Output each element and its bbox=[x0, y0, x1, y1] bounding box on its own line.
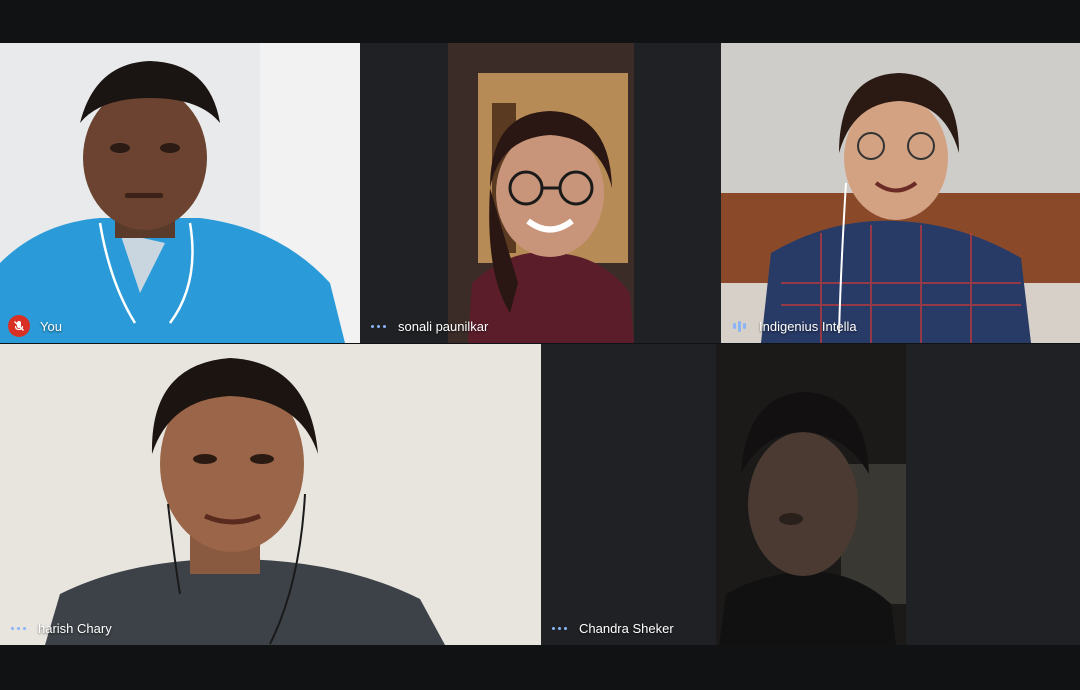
participant-label: You bbox=[0, 309, 62, 343]
participant-name: You bbox=[40, 318, 62, 334]
participant-tile-sonali[interactable]: sonali paunilkar bbox=[360, 43, 721, 343]
participant-tile-you[interactable]: You bbox=[0, 43, 360, 343]
video-feed-indigenius bbox=[721, 43, 1080, 343]
participant-tile-harish[interactable]: harish Chary bbox=[0, 344, 541, 645]
video-feed-harish bbox=[0, 344, 541, 645]
participant-tile-chandra[interactable]: Chandra Sheker bbox=[541, 344, 1080, 645]
more-dots-icon bbox=[368, 324, 388, 328]
mic-muted-icon bbox=[8, 315, 30, 337]
video-feed-you bbox=[0, 43, 360, 343]
participant-label: Indigenius Intella bbox=[721, 309, 857, 343]
video-feed-sonali bbox=[360, 43, 721, 343]
video-feed-chandra bbox=[541, 344, 1080, 645]
participant-name: harish Chary bbox=[38, 620, 112, 636]
participant-tile-indigenius[interactable]: Indigenius Intella bbox=[721, 43, 1080, 343]
participant-label: harish Chary bbox=[0, 611, 112, 645]
more-dots-icon bbox=[549, 626, 569, 630]
audio-level-icon bbox=[729, 320, 749, 332]
participant-name: sonali paunilkar bbox=[398, 318, 489, 334]
more-dots-icon bbox=[8, 626, 28, 630]
participant-name: Indigenius Intella bbox=[759, 318, 857, 334]
participant-name: Chandra Sheker bbox=[579, 620, 674, 636]
participant-label: Chandra Sheker bbox=[541, 611, 674, 645]
meeting-grid: You sonali paunilkar Indigenius Intella … bbox=[0, 0, 1080, 690]
participant-label: sonali paunilkar bbox=[360, 309, 488, 343]
